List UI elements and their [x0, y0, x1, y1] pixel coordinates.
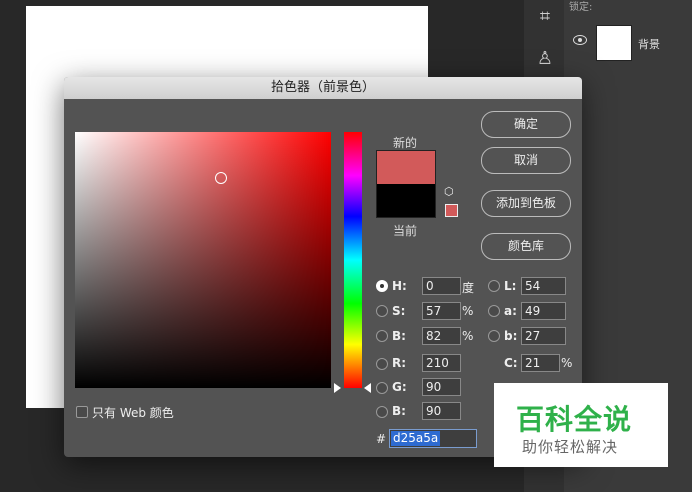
label-blue: B: [392, 404, 406, 418]
current-color-label: 当前 [393, 224, 418, 238]
input-s[interactable]: 57 [422, 302, 461, 320]
hue-slider[interactable] [344, 132, 362, 388]
label-r: R: [392, 356, 407, 370]
label-brightness: B: [392, 329, 406, 343]
cancel-button[interactable]: 取消 [481, 147, 571, 174]
unit-h: 度 [462, 281, 475, 295]
label-h: H: [392, 279, 407, 293]
unit-brightness: % [462, 329, 474, 343]
radio-l[interactable] [488, 280, 500, 292]
hex-value[interactable]: d25a5a [391, 431, 441, 446]
radio-a[interactable] [488, 305, 500, 317]
input-r[interactable]: 210 [422, 354, 461, 372]
input-g[interactable]: 90 [422, 378, 461, 396]
radio-r[interactable] [376, 358, 388, 370]
web-safe-swatch[interactable] [445, 204, 458, 217]
radio-g[interactable] [376, 382, 388, 394]
web-colors-label: 只有 Web 颜色 [92, 406, 174, 420]
color-field-marker[interactable] [215, 172, 227, 184]
label-s: S: [392, 304, 406, 318]
hue-slider-handle-left[interactable] [334, 383, 341, 393]
input-brightness[interactable]: 82 [422, 327, 461, 345]
radio-brightness[interactable] [376, 330, 388, 342]
color-libraries-button[interactable]: 颜色库 [481, 233, 571, 260]
watermark-subtitle: 助你轻松解决 [522, 438, 619, 456]
adjust-icon[interactable]: ♙ [532, 46, 558, 72]
web-safe-cube-icon[interactable]: ⬡ [444, 186, 456, 198]
web-colors-checkbox[interactable] [76, 406, 88, 418]
input-c[interactable]: 21 [521, 354, 560, 372]
hue-slider-handle-right[interactable] [364, 383, 371, 393]
crop-icon[interactable]: ⌗ [532, 4, 558, 30]
radio-blue[interactable] [376, 406, 388, 418]
lock-label: 锁定: [569, 2, 593, 13]
dialog-title: 拾色器（前景色） [64, 77, 582, 99]
radio-b-lab[interactable] [488, 330, 500, 342]
add-to-swatches-button[interactable]: 添加到色板 [481, 190, 571, 217]
input-blue[interactable]: 90 [422, 402, 461, 420]
input-b-lab[interactable]: 27 [521, 327, 566, 345]
unit-s: % [462, 304, 474, 318]
input-a[interactable]: 49 [521, 302, 566, 320]
color-field[interactable] [75, 132, 331, 388]
new-color-label: 新的 [393, 136, 418, 150]
eye-icon[interactable] [573, 35, 587, 45]
watermark-title: 百科全说 [516, 403, 633, 436]
label-g: G: [392, 380, 407, 394]
label-c: C: [504, 356, 518, 370]
radio-s[interactable] [376, 305, 388, 317]
input-l[interactable]: 54 [521, 277, 566, 295]
label-b-lab: b: [504, 329, 518, 343]
radio-h[interactable] [376, 280, 388, 292]
label-l: L: [504, 279, 517, 293]
label-a: a: [504, 304, 517, 318]
layer-name: 背景 [638, 38, 660, 51]
input-h[interactable]: 0 [422, 277, 461, 295]
hex-hash-label: # [376, 432, 387, 446]
ok-button[interactable]: 确定 [481, 111, 571, 138]
layer-thumbnail [596, 25, 632, 61]
new-color-swatch [376, 150, 436, 185]
current-color-swatch[interactable] [376, 184, 436, 218]
unit-c: % [561, 356, 573, 370]
